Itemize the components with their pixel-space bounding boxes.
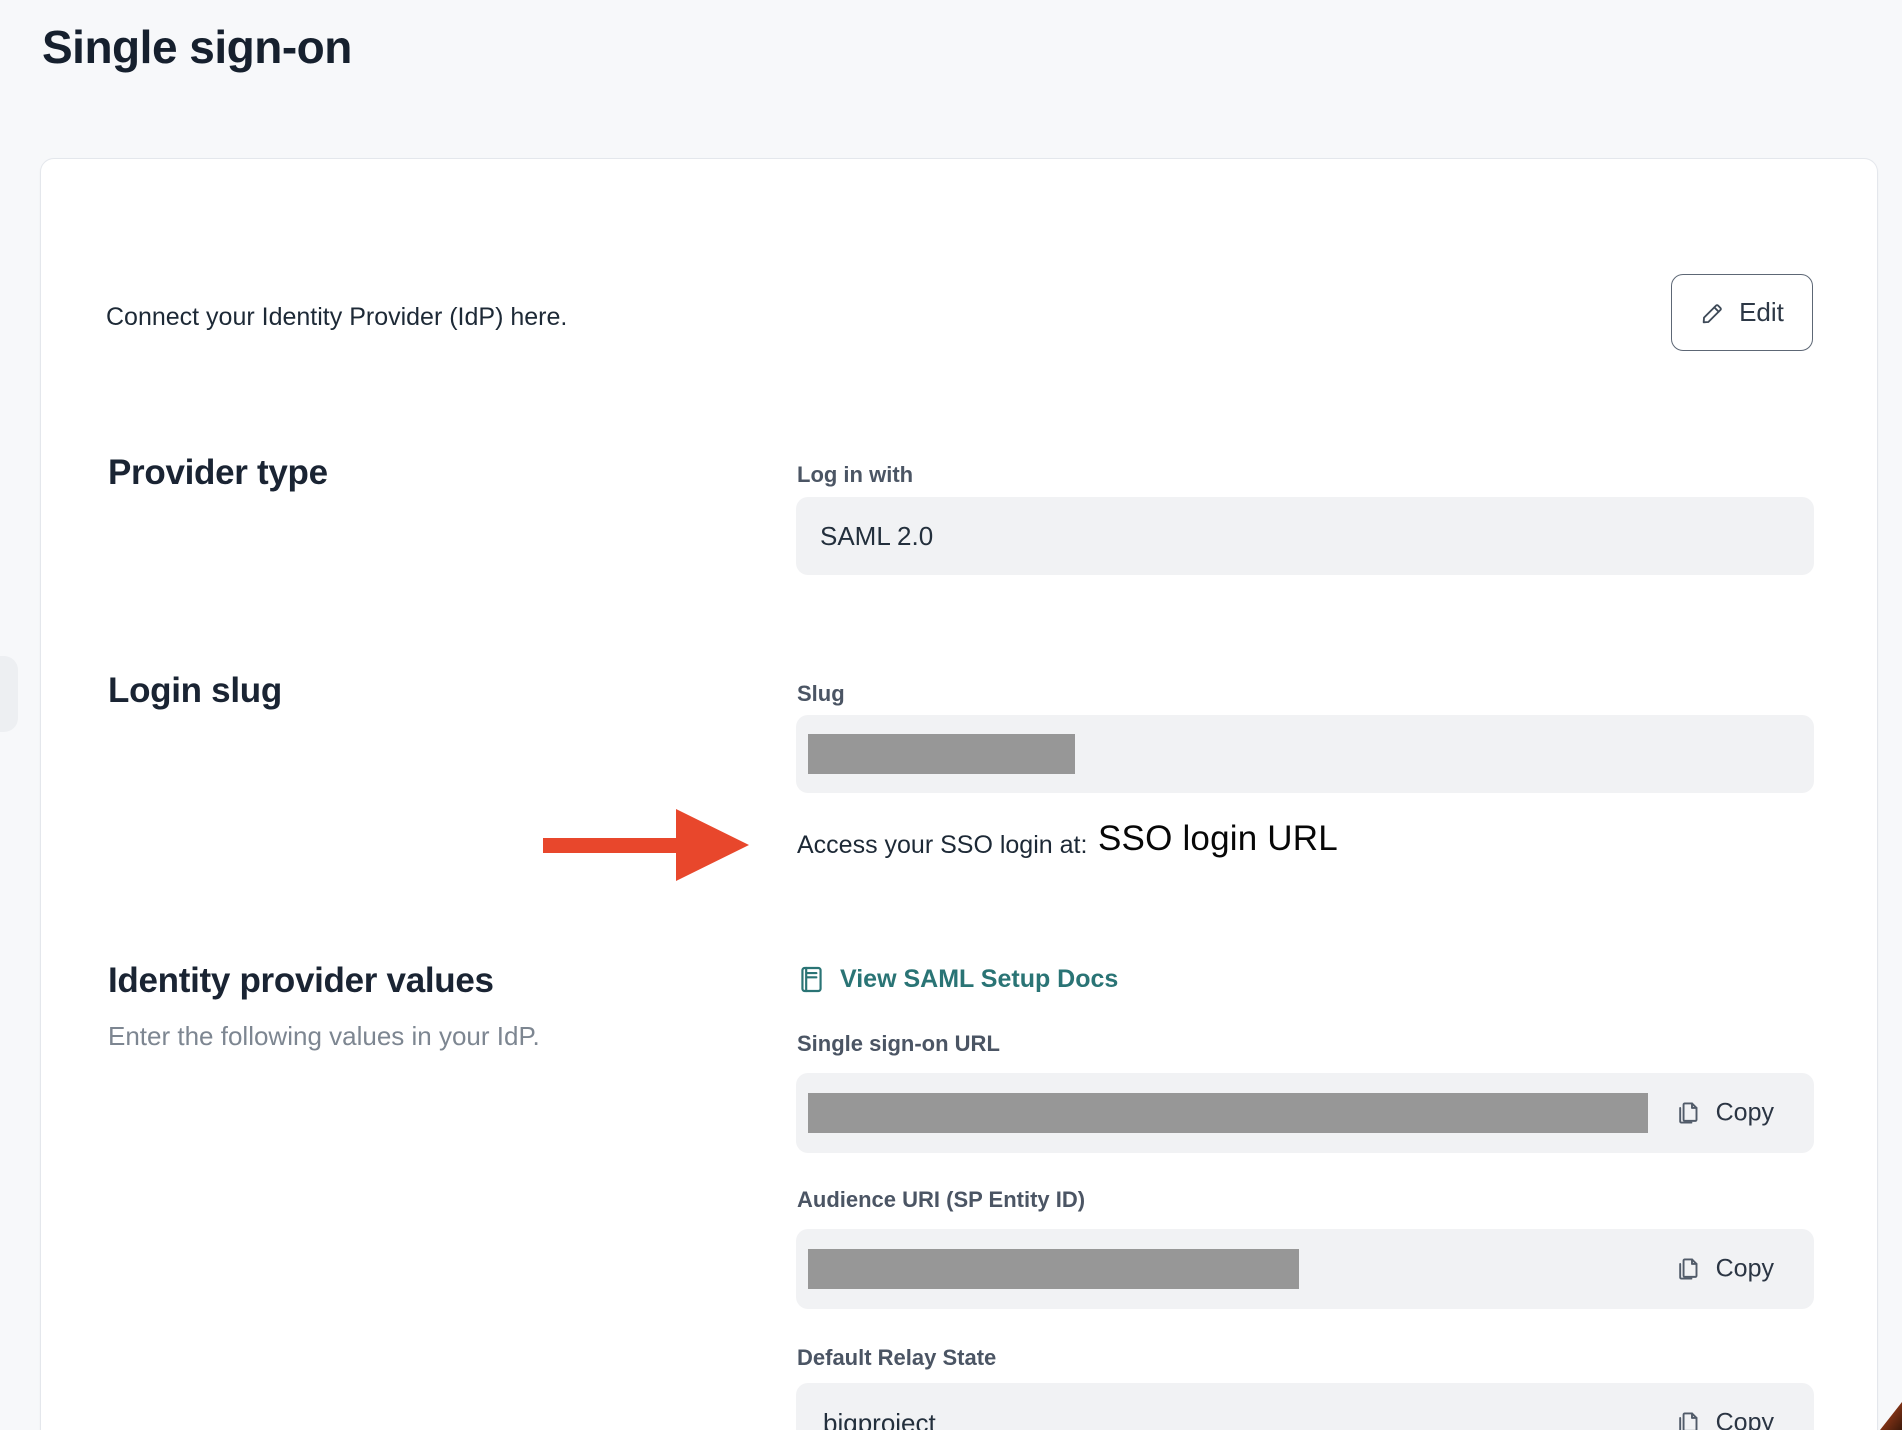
sso-login-annotation-highlight: SSO login URL [1098, 819, 1338, 859]
provider-type-heading: Provider type [108, 453, 328, 493]
redacted-value [808, 734, 1075, 774]
login-slug-heading: Login slug [108, 671, 282, 711]
intro-text: Connect your Identity Provider (IdP) her… [106, 303, 567, 332]
login-with-label: Log in with [797, 462, 913, 488]
audience-uri-label: Audience URI (SP Entity ID) [797, 1187, 1085, 1213]
sso-url-label: Single sign-on URL [797, 1031, 1000, 1057]
sso-login-annotation-prefix: Access your SSO login at: [797, 831, 1087, 860]
edit-button-label: Edit [1739, 297, 1784, 328]
default-relay-state-value: bigproject [823, 1408, 936, 1430]
default-relay-state-label: Default Relay State [797, 1345, 996, 1371]
docs-link-label: View SAML Setup Docs [840, 965, 1118, 994]
default-relay-state-field: bigproject Copy [796, 1383, 1814, 1430]
idp-values-heading: Identity provider values [108, 961, 494, 1001]
provider-type-field: SAML 2.0 [796, 497, 1814, 575]
audience-uri-field: Copy [796, 1229, 1814, 1309]
copy-button-relay-state[interactable]: Copy [1674, 1409, 1774, 1430]
corner-arrow-fragment [1880, 1400, 1902, 1430]
copy-button-label: Copy [1716, 1255, 1774, 1284]
annotation-arrow-icon [543, 807, 753, 883]
redacted-value [808, 1249, 1299, 1289]
slug-label: Slug [797, 681, 845, 707]
document-icon [798, 965, 825, 994]
drawer-handle[interactable] [0, 656, 18, 732]
sso-settings-card: Connect your Identity Provider (IdP) her… [40, 158, 1878, 1430]
copy-button-label: Copy [1716, 1409, 1774, 1430]
provider-type-value: SAML 2.0 [820, 521, 933, 552]
edit-button[interactable]: Edit [1671, 274, 1813, 351]
copy-button-sso-url[interactable]: Copy [1674, 1099, 1774, 1128]
pencil-icon [1700, 300, 1726, 326]
redacted-value [808, 1093, 1648, 1133]
copy-icon [1674, 1410, 1701, 1430]
page-title: Single sign-on [42, 20, 352, 74]
idp-values-subheading: Enter the following values in your IdP. [108, 1021, 540, 1052]
slug-field [796, 715, 1814, 793]
sso-url-field: Copy [796, 1073, 1814, 1153]
copy-icon [1674, 1256, 1701, 1283]
copy-button-label: Copy [1716, 1099, 1774, 1128]
copy-button-audience-uri[interactable]: Copy [1674, 1255, 1774, 1284]
view-saml-setup-docs-link[interactable]: View SAML Setup Docs [798, 965, 1118, 994]
copy-icon [1674, 1100, 1701, 1127]
